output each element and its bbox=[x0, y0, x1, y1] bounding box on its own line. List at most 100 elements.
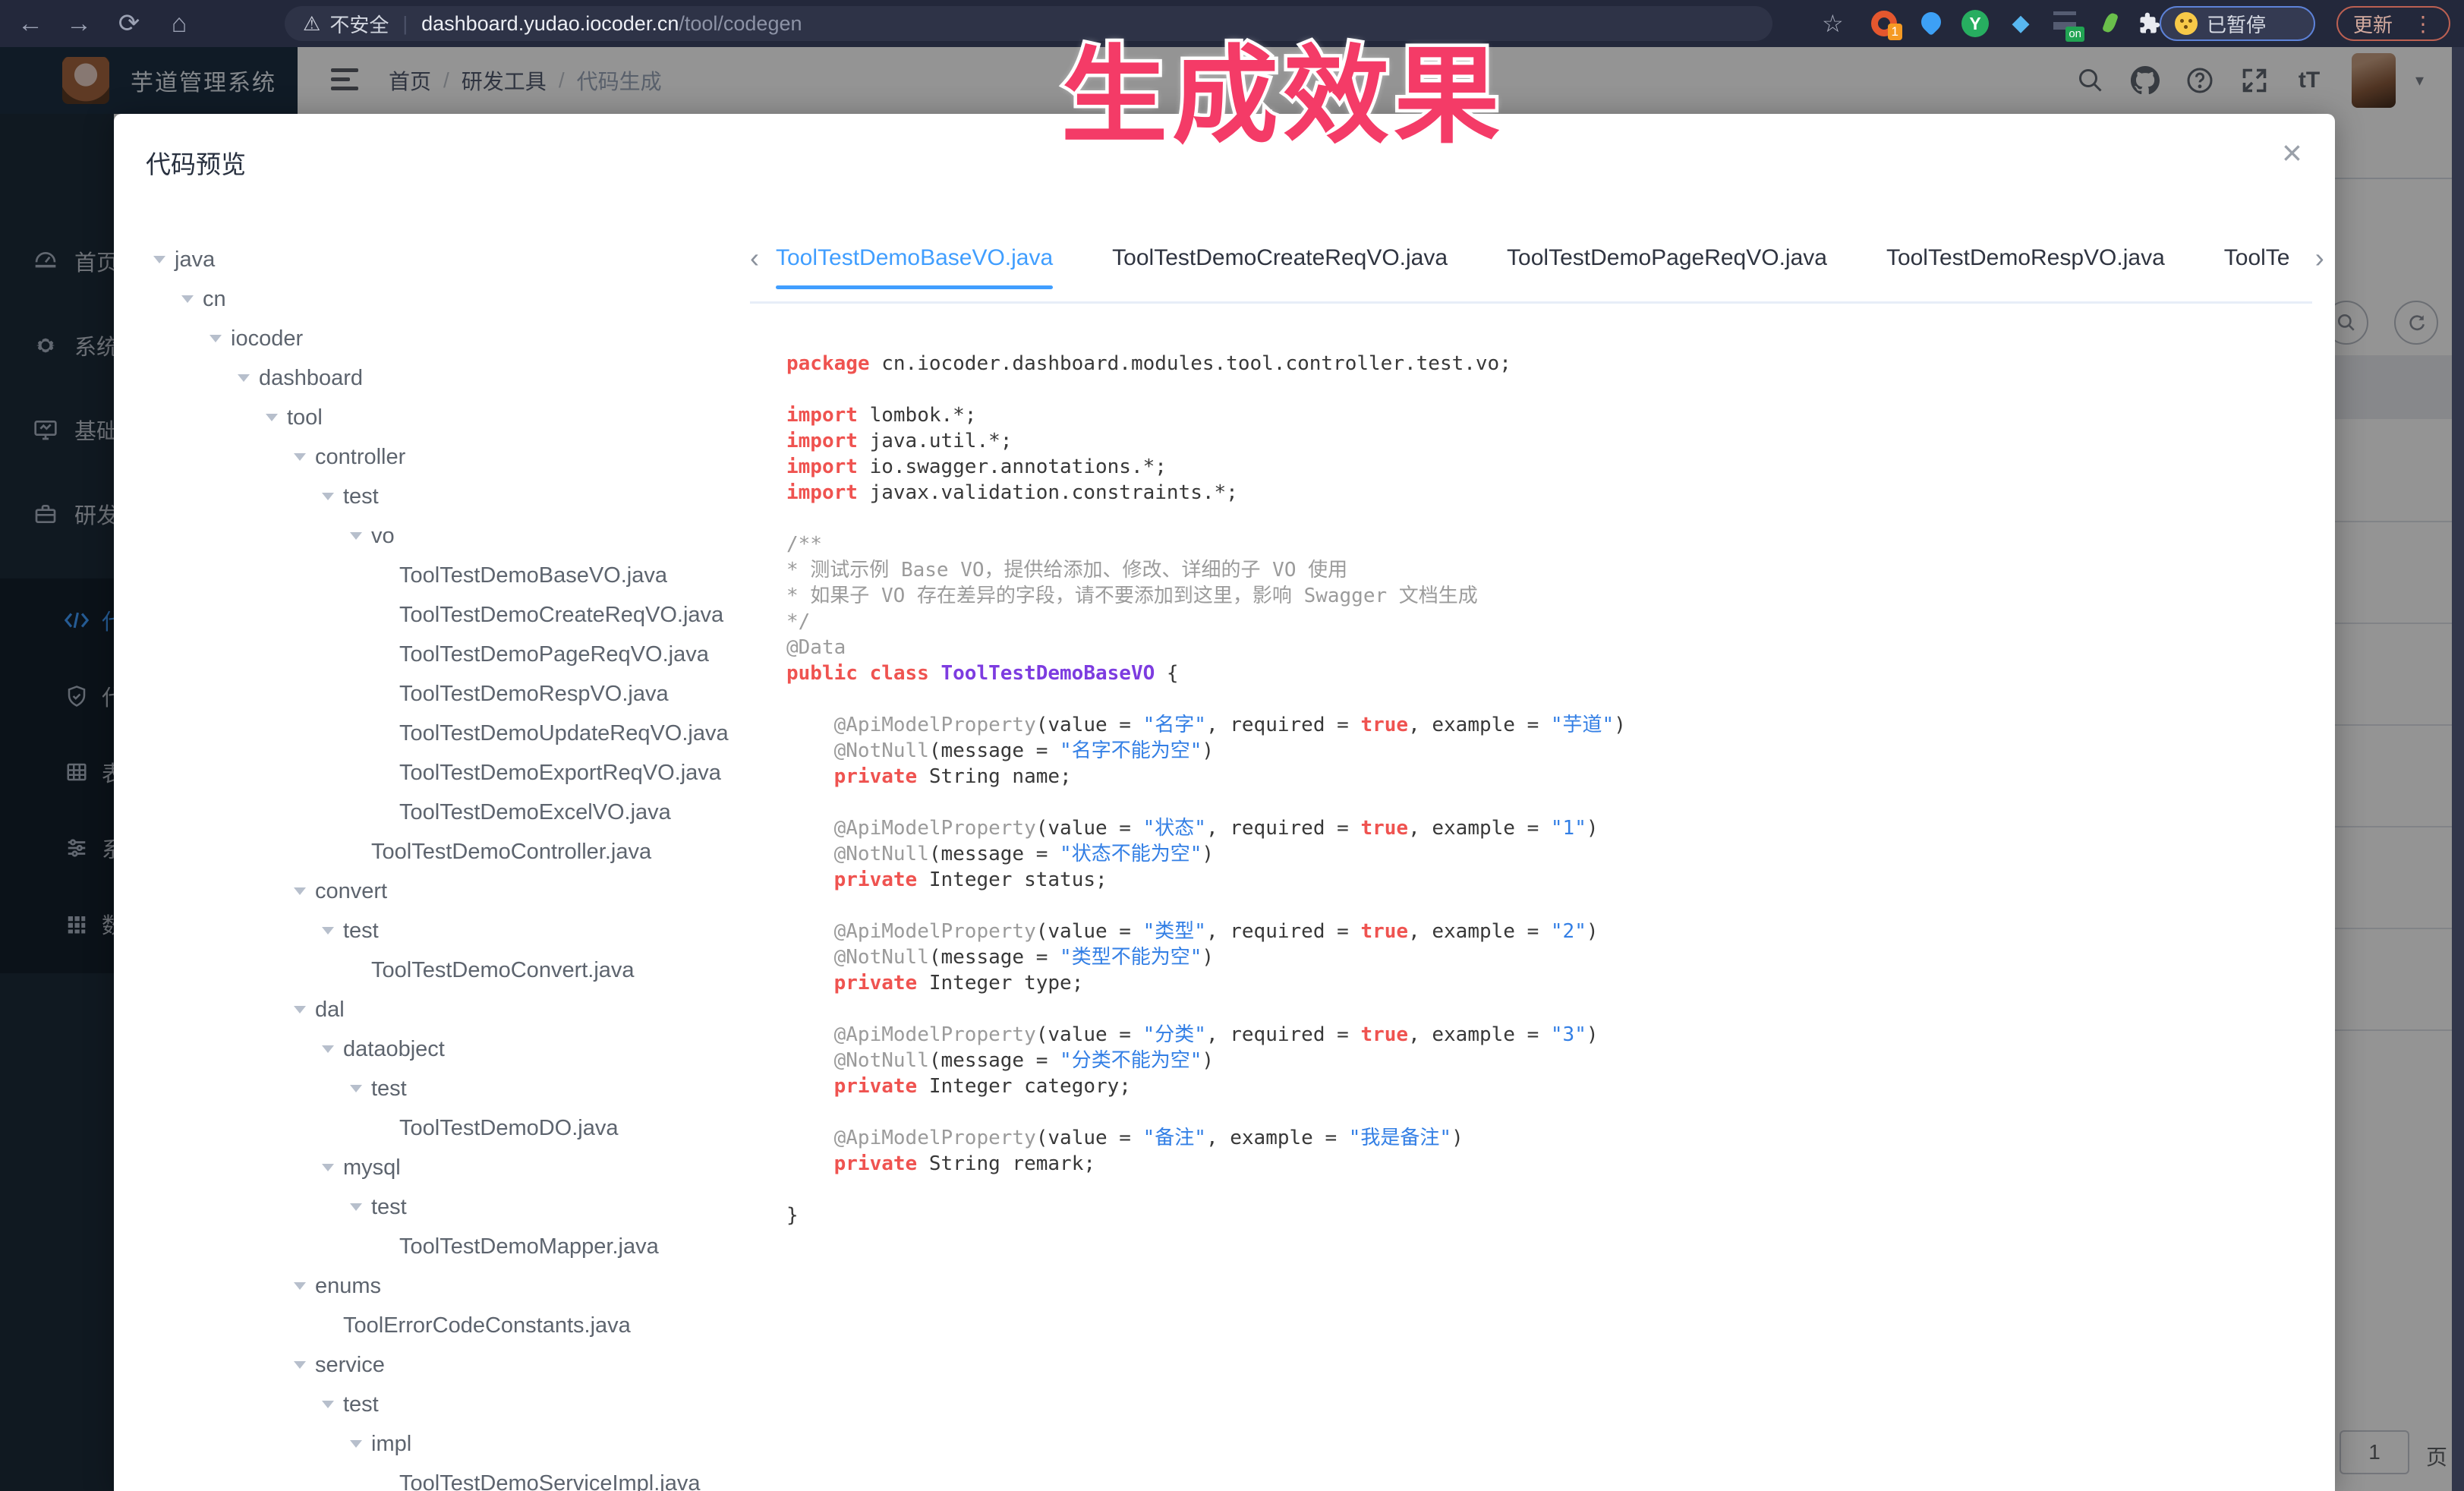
tree-node[interactable]: ToolTestDemoPageReqVO.java bbox=[137, 635, 748, 674]
tree-node[interactable]: ToolTestDemoExportReqVO.java bbox=[137, 753, 748, 793]
tree-node[interactable]: test bbox=[137, 1069, 748, 1108]
tree-expand-caret-icon[interactable] bbox=[285, 887, 315, 895]
code-line: @ApiModelProperty(value = "分类", required… bbox=[786, 1022, 1626, 1048]
browser-menu-icon[interactable]: ⋮ bbox=[2412, 11, 2434, 36]
tree-node[interactable]: ToolTestDemoMapper.java bbox=[137, 1227, 748, 1266]
file-tree: javacniocoderdashboardtoolcontrollertest… bbox=[137, 240, 748, 1491]
tree-node-label: ToolTestDemoUpdateReqVO.java bbox=[399, 721, 729, 746]
browser-update-button[interactable]: 更新 ⋮ bbox=[2336, 6, 2450, 41]
tree-node-label: ToolTestDemoMapper.java bbox=[399, 1234, 659, 1259]
tree-node-label: ToolErrorCodeConstants.java bbox=[343, 1313, 631, 1338]
tree-node[interactable]: ToolTestDemoController.java bbox=[137, 832, 748, 872]
tree-expand-caret-icon[interactable] bbox=[341, 1085, 371, 1092]
tabs-scroll-right-icon[interactable]: › bbox=[2315, 241, 2341, 275]
tree-node[interactable]: enums bbox=[137, 1266, 748, 1306]
code-line: @NotNull(message = "名字不能为空") bbox=[786, 738, 1626, 764]
browser-forward-icon[interactable]: → bbox=[62, 0, 96, 47]
address-bar[interactable]: ⚠ 不安全 | dashboard.yudao.iocoder.cn/tool/… bbox=[285, 6, 1772, 41]
tree-node[interactable]: test bbox=[137, 1187, 748, 1227]
extension-icon-orange[interactable]: 1 bbox=[1869, 8, 1899, 39]
tree-expand-caret-icon[interactable] bbox=[313, 927, 343, 935]
tree-node[interactable]: convert bbox=[137, 872, 748, 911]
tree-node[interactable]: java bbox=[137, 240, 748, 279]
tree-expand-caret-icon[interactable] bbox=[341, 1440, 371, 1448]
code-line bbox=[786, 1177, 1626, 1203]
tree-node[interactable]: dashboard bbox=[137, 358, 748, 398]
tree-node-label: ToolTestDemoExportReqVO.java bbox=[399, 761, 721, 786]
bookmark-star-icon[interactable]: ☆ bbox=[1822, 0, 1844, 47]
tree-node[interactable]: ToolErrorCodeConstants.java bbox=[137, 1306, 748, 1345]
tree-node[interactable]: dal bbox=[137, 990, 748, 1029]
tab-tooltestdemorespvo-java[interactable]: ToolTestDemoRespVO.java bbox=[1886, 241, 2165, 295]
tree-node[interactable]: test bbox=[137, 477, 748, 516]
code-line: @ApiModelProperty(value = "名字", required… bbox=[786, 712, 1626, 738]
browser-refresh-icon[interactable]: ⟳ bbox=[112, 0, 146, 47]
tree-node-label: ToolTestDemoServiceImpl.java bbox=[399, 1471, 700, 1491]
tree-expand-caret-icon[interactable] bbox=[285, 1006, 315, 1013]
tree-expand-caret-icon[interactable] bbox=[285, 1282, 315, 1290]
browser-home-icon[interactable]: ⌂ bbox=[162, 0, 196, 47]
tree-expand-caret-icon[interactable] bbox=[313, 1045, 343, 1053]
profile-paused-button[interactable]: 已暂停 bbox=[2160, 6, 2315, 41]
tree-expand-caret-icon[interactable] bbox=[228, 374, 259, 382]
tree-node[interactable]: ToolTestDemoUpdateReqVO.java bbox=[137, 714, 748, 753]
tree-node[interactable]: dataobject bbox=[137, 1029, 748, 1069]
tab-toolte[interactable]: ToolTe bbox=[2224, 241, 2306, 295]
tree-expand-caret-icon[interactable] bbox=[313, 1401, 343, 1408]
code-line: import javax.validation.constraints.*; bbox=[786, 480, 1626, 506]
url-path: /tool/codegen bbox=[679, 12, 802, 36]
tabs-scroll-left-icon[interactable]: ‹ bbox=[750, 241, 776, 275]
extension-icon-y[interactable]: Y bbox=[1960, 8, 1990, 39]
tree-node[interactable]: service bbox=[137, 1345, 748, 1385]
tree-node[interactable]: ToolTestDemoConvert.java bbox=[137, 950, 748, 990]
tree-node[interactable]: ToolTestDemoBaseVO.java bbox=[137, 556, 748, 595]
code-line: @NotNull(message = "类型不能为空") bbox=[786, 944, 1626, 970]
tree-expand-caret-icon[interactable] bbox=[257, 414, 287, 421]
tree-node-label: ToolTestDemoBaseVO.java bbox=[399, 563, 667, 588]
tree-expand-caret-icon[interactable] bbox=[341, 1203, 371, 1211]
tree-node[interactable]: ToolTestDemoCreateReqVO.java bbox=[137, 595, 748, 635]
tree-expand-caret-icon[interactable] bbox=[144, 256, 175, 263]
tree-node-label: dataobject bbox=[343, 1037, 445, 1062]
extension-icon-pin[interactable] bbox=[1916, 8, 1946, 39]
tree-node[interactable]: ToolTestDemoExcelVO.java bbox=[137, 793, 748, 832]
code-line bbox=[786, 686, 1626, 712]
tab-tooltestdemopagereqvo-java[interactable]: ToolTestDemoPageReqVO.java bbox=[1507, 241, 1827, 295]
tree-expand-caret-icon[interactable] bbox=[341, 532, 371, 540]
tree-node[interactable]: ToolTestDemoServiceImpl.java bbox=[137, 1464, 748, 1491]
not-secure-warning-icon: ⚠ bbox=[303, 12, 320, 36]
tab-tooltestdemobasevo-java[interactable]: ToolTestDemoBaseVO.java bbox=[776, 241, 1053, 295]
browser-back-icon[interactable]: ← bbox=[14, 0, 47, 47]
tree-expand-caret-icon[interactable] bbox=[313, 1164, 343, 1171]
tree-node-label: ToolTestDemoExcelVO.java bbox=[399, 800, 671, 825]
tree-node[interactable]: impl bbox=[137, 1424, 748, 1464]
tree-node[interactable]: ToolTestDemoDO.java bbox=[137, 1108, 748, 1148]
tree-node[interactable]: tool bbox=[137, 398, 748, 437]
code-line: private Integer type; bbox=[786, 970, 1626, 996]
window-scrollbar[interactable] bbox=[2452, 47, 2464, 1491]
tree-expand-caret-icon[interactable] bbox=[285, 1361, 315, 1369]
extension-icon-plant[interactable] bbox=[2095, 8, 2125, 39]
extension-icon-gem[interactable]: ◆ bbox=[2006, 8, 2036, 39]
tree-node[interactable]: test bbox=[137, 911, 748, 950]
url-host: dashboard.yudao.iocoder.cn bbox=[421, 12, 679, 36]
tree-node[interactable]: iocoder bbox=[137, 319, 748, 358]
tree-expand-caret-icon[interactable] bbox=[285, 453, 315, 461]
tab-tooltestdemocreatereqvo-java[interactable]: ToolTestDemoCreateReqVO.java bbox=[1112, 241, 1448, 295]
close-icon[interactable]: × bbox=[2282, 135, 2302, 170]
tree-node[interactable]: ToolTestDemoRespVO.java bbox=[137, 674, 748, 714]
tree-node[interactable]: mysql bbox=[137, 1148, 748, 1187]
tree-node-label: service bbox=[315, 1353, 385, 1378]
tree-node[interactable]: controller bbox=[137, 437, 748, 477]
tree-node[interactable]: cn bbox=[137, 279, 748, 319]
code-viewer: package cn.iocoder.dashboard.modules.too… bbox=[786, 351, 1626, 1228]
code-line: public class ToolTestDemoBaseVO { bbox=[786, 660, 1626, 686]
tree-expand-caret-icon[interactable] bbox=[200, 335, 231, 342]
tree-node[interactable]: vo bbox=[137, 516, 748, 556]
tree-node-label: mysql bbox=[343, 1155, 401, 1181]
tree-node[interactable]: test bbox=[137, 1385, 748, 1424]
extension-icon-tabs[interactable]: on bbox=[2050, 8, 2080, 39]
code-line: @Data bbox=[786, 635, 1626, 660]
tree-expand-caret-icon[interactable] bbox=[172, 295, 203, 303]
tree-expand-caret-icon[interactable] bbox=[313, 493, 343, 500]
